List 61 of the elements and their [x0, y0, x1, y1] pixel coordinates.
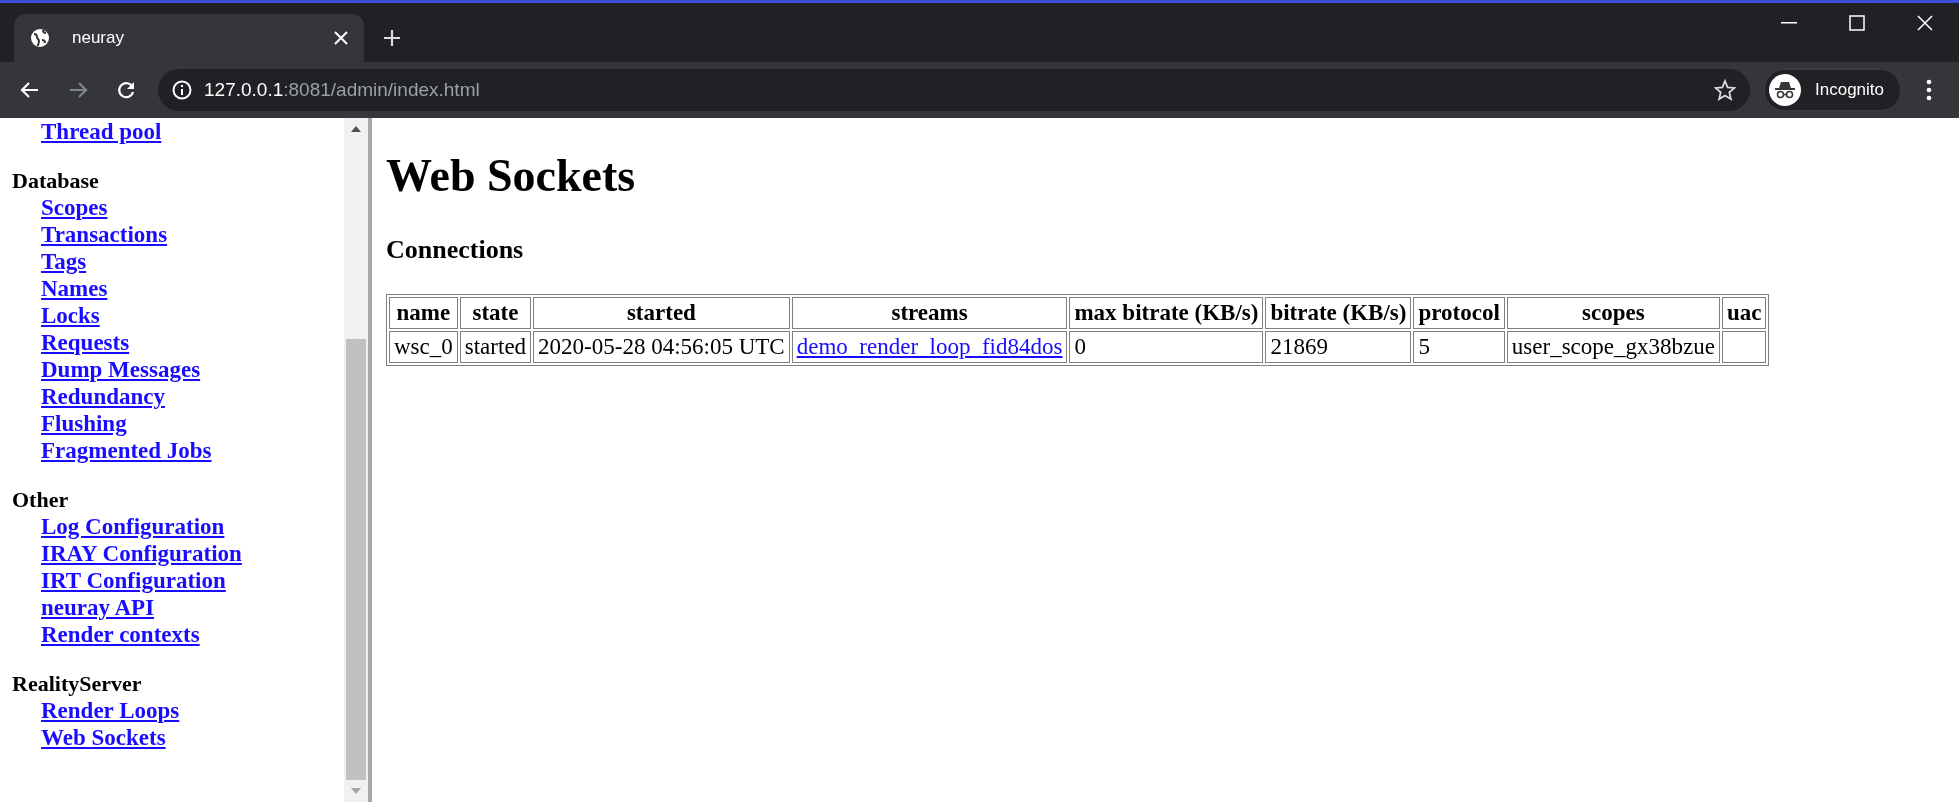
sidebar-heading: Other: [12, 486, 70, 513]
star-icon[interactable]: [1714, 79, 1736, 101]
browser-tab[interactable]: neuray: [14, 14, 364, 62]
empty-cell: [1721, 331, 1767, 363]
sidebar-link[interactable]: Fragmented Jobs: [41, 437, 212, 464]
sidebar-link[interactable]: Transactions: [41, 221, 168, 248]
table-cell: started: [459, 331, 532, 363]
sidebar-link[interactable]: Names: [41, 275, 108, 302]
sidebar-link[interactable]: Render Loops: [41, 697, 180, 724]
profile-button[interactable]: Incognito: [1764, 69, 1901, 111]
scrollbar-thumb[interactable]: [346, 338, 366, 780]
sidebar-link[interactable]: Render contexts: [41, 621, 200, 648]
stream-link[interactable]: demo_render_loop_fid84dos: [796, 334, 1063, 359]
page-title: Web Sockets: [386, 149, 637, 203]
address-bar[interactable]: 127.0.0.1:8081/admin/index.html: [158, 69, 1750, 111]
sidebar-link[interactable]: Thread pool: [41, 118, 162, 145]
sidebar-link[interactable]: Scopes: [41, 194, 108, 221]
sidebar-link[interactable]: Log Configuration: [41, 513, 225, 540]
sidebar-link[interactable]: Flushing: [41, 410, 127, 437]
info-icon: [172, 80, 192, 100]
column-header: streams: [791, 297, 1068, 329]
column-header: name: [389, 297, 458, 329]
column-header: protocol: [1413, 297, 1505, 329]
column-header: started: [533, 297, 790, 329]
table-cell: user_scope_gx38bzue: [1506, 331, 1720, 363]
plus-icon: [383, 29, 401, 47]
back-arrow-icon: [20, 80, 40, 100]
url-text: 127.0.0.1:8081/admin/index.html: [204, 79, 481, 101]
sidebar-link[interactable]: Dump Messages: [41, 356, 201, 383]
sidebar-link[interactable]: Locks: [41, 302, 100, 329]
column-header: uac: [1721, 297, 1767, 329]
sidebar-link[interactable]: Redundancy: [41, 383, 165, 410]
table-cell: 0: [1069, 331, 1264, 363]
table-cell: 5: [1413, 331, 1505, 363]
maximize-icon: [1849, 15, 1865, 31]
column-header: state: [459, 297, 532, 329]
globe-icon: [30, 28, 50, 48]
table-cell: 2020-05-28 04:56:05 UTC: [533, 331, 790, 363]
sidebar-link[interactable]: Tags: [41, 248, 87, 275]
scroll-up-icon[interactable]: [351, 126, 361, 132]
section-heading: Connections: [386, 234, 525, 266]
table-cell: wsc_0: [389, 331, 458, 363]
sidebar-heading: RealityServer: [12, 670, 143, 697]
column-header: max bitrate (KB/s): [1069, 297, 1264, 329]
minimize-icon: [1781, 22, 1797, 24]
reload-icon: [116, 80, 136, 100]
tab-title: neuray: [72, 28, 125, 48]
forward-arrow-icon: [68, 80, 88, 100]
sidebar-link[interactable]: neuray API: [41, 594, 155, 621]
column-header: scopes: [1506, 297, 1720, 329]
close-tab-icon[interactable]: [334, 31, 348, 45]
column-header: bitrate (KB/s): [1265, 297, 1412, 329]
table-cell: 21869: [1265, 331, 1412, 363]
close-icon: [1917, 15, 1933, 31]
scrollbar[interactable]: [344, 118, 372, 802]
incognito-icon: [1769, 74, 1801, 106]
sidebar-heading: Database: [12, 167, 100, 194]
sidebar-link[interactable]: IRT Configuration: [41, 567, 226, 594]
sidebar-link[interactable]: IRAY Configuration: [41, 540, 242, 567]
sidebar-link[interactable]: Requests: [41, 329, 130, 356]
sidebar-link[interactable]: Web Sockets: [41, 724, 166, 751]
